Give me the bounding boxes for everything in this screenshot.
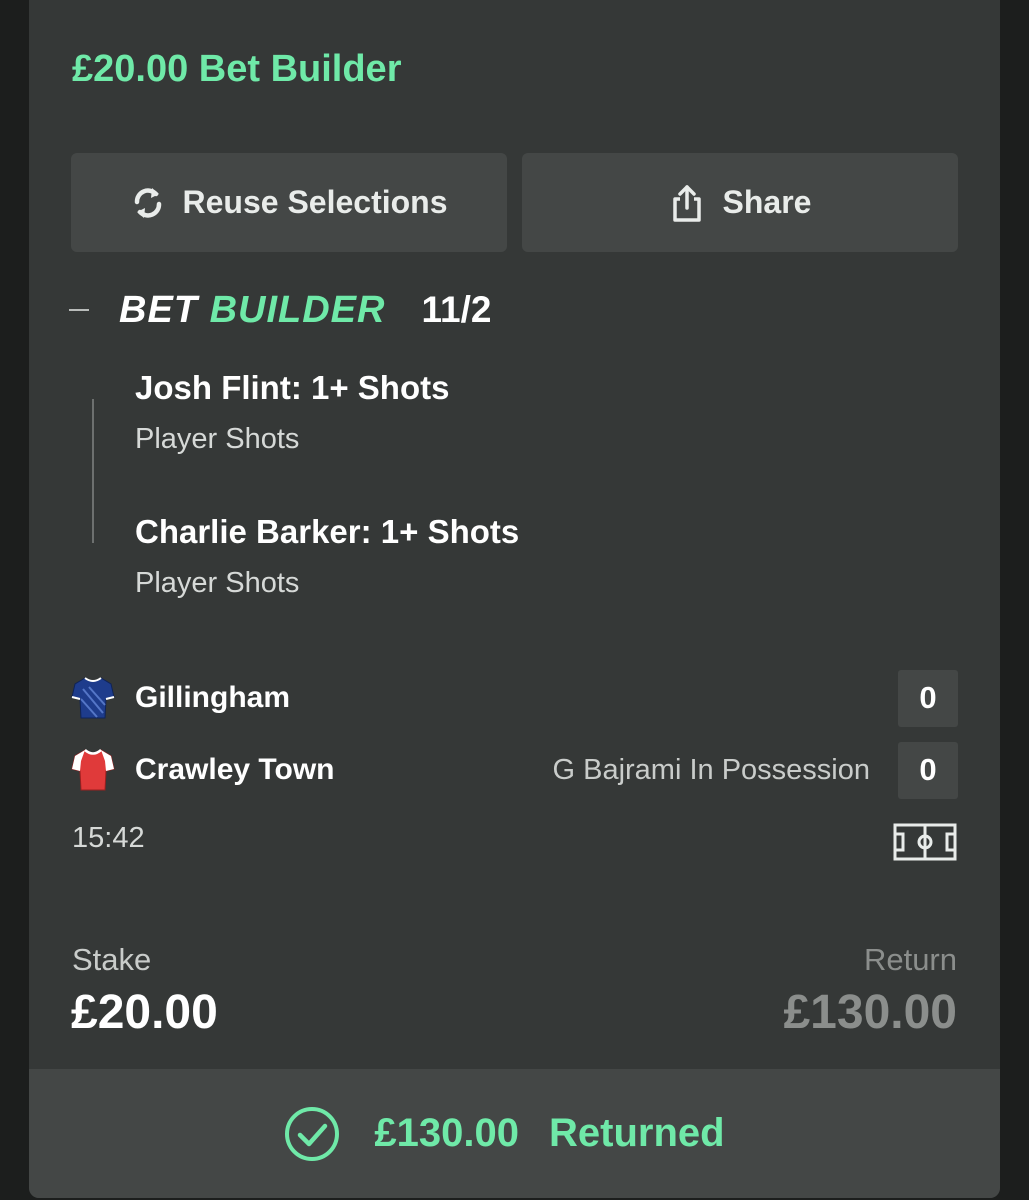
returned-amount: £130.00	[374, 1111, 519, 1155]
stake-value: £20.00	[71, 986, 218, 1039]
away-team-row: Crawley Town G Bajrami In Possession 0	[71, 741, 958, 799]
selection-market: Player Shots	[135, 423, 300, 455]
share-label: Share	[722, 184, 812, 220]
home-score: 0	[898, 669, 958, 727]
refresh-icon	[131, 185, 165, 221]
return-value: £130.00	[783, 986, 957, 1039]
selection-title: Josh Flint: 1+ Shots	[135, 369, 450, 406]
away-score: 0	[898, 741, 958, 799]
collapse-toggle[interactable]	[69, 309, 89, 311]
selection-leg: Charlie Barker: 1+ Shots Player Shots	[135, 513, 519, 600]
return-label: Return	[863, 942, 957, 977]
bet-title: £20.00 Bet Builder	[72, 48, 402, 90]
selection-market: Player Shots	[135, 567, 300, 599]
bet-builder-logo: BET BUILDER	[119, 289, 385, 332]
bet-result-banner: £130.00 Returned	[29, 1069, 1000, 1198]
bet-builder-logo-word1: BET	[119, 288, 198, 331]
bet-card: £20.00 Bet Builder Reuse Selections Shar…	[29, 0, 1000, 1198]
away-team-name: Crawley Town	[135, 753, 335, 786]
legs-connector-line	[92, 399, 94, 543]
returned-status: Returned	[549, 1111, 725, 1155]
home-team-name: Gillingham	[135, 681, 291, 714]
match-status-text: G Bajrami In Possession	[552, 753, 870, 786]
pitch-icon[interactable]	[893, 823, 957, 866]
crawley-shirt-icon	[71, 747, 115, 793]
reuse-selections-label: Reuse Selections	[182, 184, 448, 220]
home-team-row: Gillingham 0	[71, 669, 958, 727]
bet-builder-logo-word2: BUILDER	[209, 288, 386, 331]
stake-label: Stake	[72, 942, 152, 977]
reuse-selections-button[interactable]: Reuse Selections	[71, 153, 507, 252]
share-button[interactable]: Share	[522, 153, 958, 252]
gillingham-shirt-icon	[71, 675, 115, 721]
bet-builder-header: BET BUILDER 11/2	[69, 285, 491, 335]
bet-odds: 11/2	[421, 289, 492, 330]
selection-title: Charlie Barker: 1+ Shots	[135, 513, 520, 550]
share-icon	[669, 183, 705, 223]
match-clock: 15:42	[72, 822, 145, 854]
check-circle-icon	[284, 1106, 340, 1162]
selection-leg: Josh Flint: 1+ Shots Player Shots	[135, 369, 449, 456]
